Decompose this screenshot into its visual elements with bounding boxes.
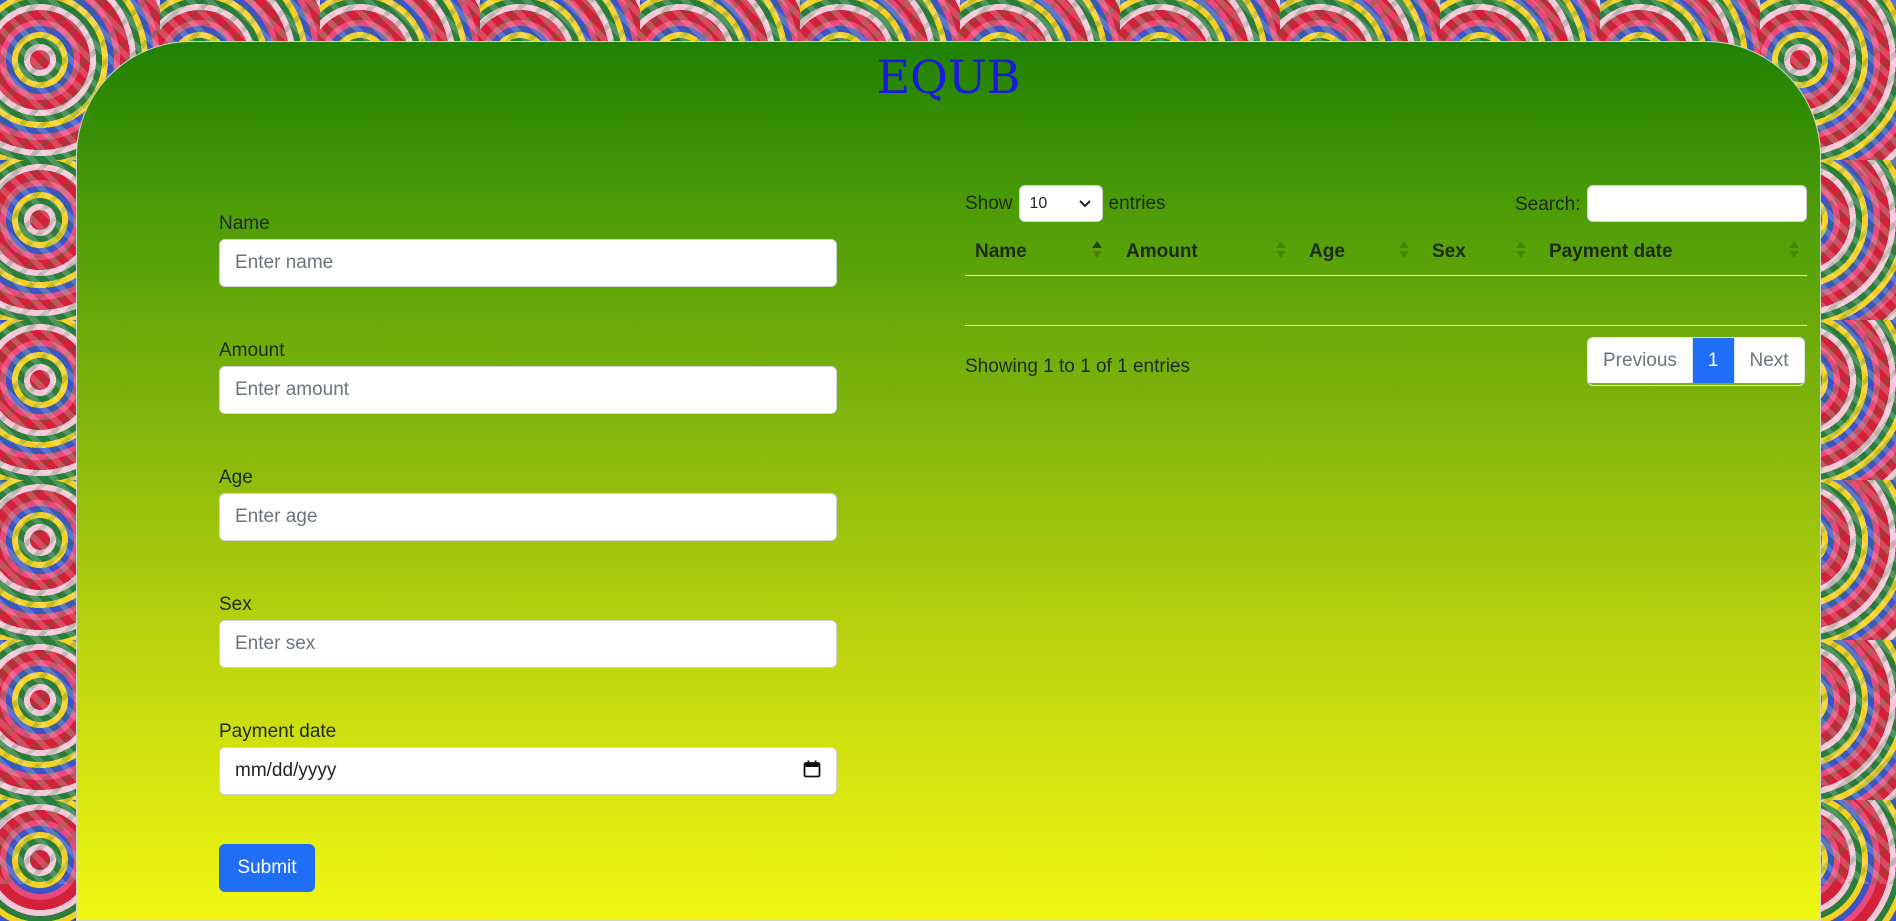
calendar-icon[interactable] xyxy=(803,760,821,778)
column-header-age[interactable]: Age xyxy=(1309,229,1345,275)
column-header-name[interactable]: Name xyxy=(975,229,1027,275)
show-label: Show xyxy=(965,192,1013,214)
sort-icon xyxy=(1399,241,1409,261)
column-header-sex[interactable]: Sex xyxy=(1432,229,1466,275)
column-header-payment-date[interactable]: Payment date xyxy=(1549,229,1673,275)
column-header-amount[interactable]: Amount xyxy=(1126,229,1198,275)
pagination: Previous 1 Next xyxy=(1587,337,1805,386)
amount-input[interactable] xyxy=(219,366,837,414)
sex-input[interactable] xyxy=(219,620,837,668)
column-header-payment-date-label: Payment date xyxy=(1549,241,1673,262)
submit-button[interactable]: Submit xyxy=(219,844,315,892)
payment-date-input[interactable]: mm/dd/yyyy xyxy=(219,747,837,795)
sort-icon xyxy=(1516,241,1526,261)
payment-date-field-group: Payment date mm/dd/yyyy xyxy=(219,721,837,795)
search-label: Search: xyxy=(1515,194,1581,215)
main-card: EQUB Name Amount Age Sex Payment date mm… xyxy=(76,41,1821,921)
page-size-select[interactable]: 10 xyxy=(1018,185,1103,222)
sort-asc-icon xyxy=(1092,241,1102,261)
payment-date-value: mm/dd/yyyy xyxy=(235,760,337,781)
next-page-button[interactable]: Next xyxy=(1734,338,1804,383)
page-size-control: Show 10 entries xyxy=(965,185,1166,222)
age-label: Age xyxy=(219,467,253,488)
payment-date-label: Payment date xyxy=(219,721,337,742)
table-bottom-border xyxy=(965,325,1807,326)
age-input[interactable] xyxy=(219,493,837,541)
chevron-down-icon xyxy=(1078,199,1091,207)
column-header-name-label: Name xyxy=(975,241,1027,262)
column-header-amount-label: Amount xyxy=(1126,241,1198,262)
name-input[interactable] xyxy=(219,239,837,287)
page-size-value: 10 xyxy=(1029,194,1048,212)
page-title: EQUB xyxy=(876,50,1021,104)
table-info: Showing 1 to 1 of 1 entries xyxy=(965,356,1190,377)
sort-icon xyxy=(1789,241,1799,261)
sex-field-group: Sex xyxy=(219,594,837,668)
name-label: Name xyxy=(219,213,270,234)
sex-label: Sex xyxy=(219,594,252,615)
amount-field-group: Amount xyxy=(219,340,837,414)
column-header-sex-label: Sex xyxy=(1432,241,1466,262)
amount-label: Amount xyxy=(219,340,285,361)
name-field-group: Name xyxy=(219,213,837,287)
page-1-button[interactable]: 1 xyxy=(1692,338,1735,383)
previous-page-button[interactable]: Previous xyxy=(1588,338,1693,383)
entries-label: entries xyxy=(1108,192,1166,214)
column-header-age-label: Age xyxy=(1309,241,1345,262)
table-header: Name Amount Age Sex Payment date xyxy=(965,229,1807,276)
age-field-group: Age xyxy=(219,467,837,541)
search-input[interactable] xyxy=(1587,185,1807,222)
sort-icon xyxy=(1276,241,1286,261)
